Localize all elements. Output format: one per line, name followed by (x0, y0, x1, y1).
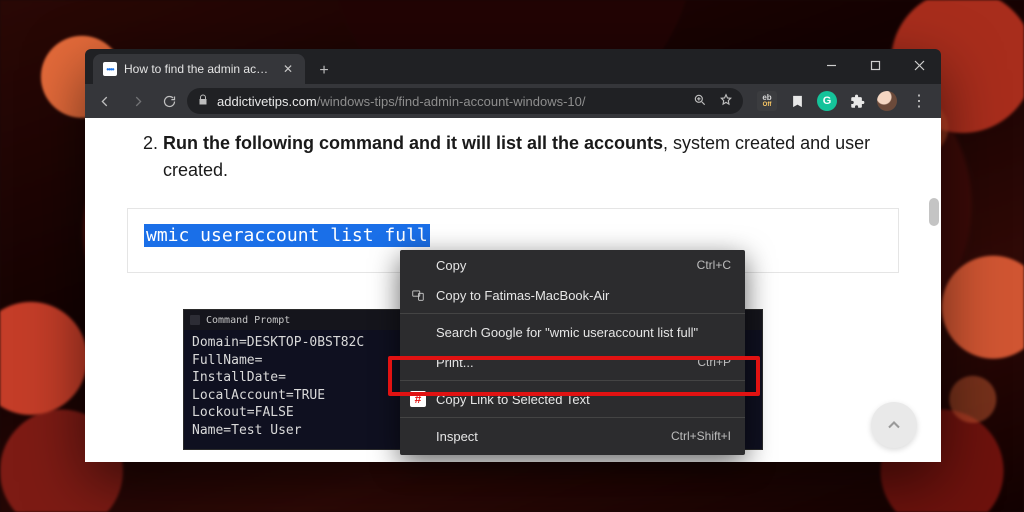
minimize-button[interactable] (809, 49, 853, 82)
profile-avatar[interactable] (877, 91, 897, 111)
extension-tag[interactable] (787, 91, 807, 111)
context-menu: Copy Ctrl+C Copy to Fatimas-MacBook-Air … (400, 250, 745, 455)
context-copy[interactable]: Copy Ctrl+C (400, 250, 745, 280)
new-tab-button[interactable]: + (311, 58, 337, 84)
extension-grammarly[interactable]: G (817, 91, 837, 111)
context-search-google[interactable]: Search Google for "wmic useraccount list… (400, 317, 745, 347)
window-controls (809, 49, 941, 82)
cmd-icon (190, 315, 200, 325)
cmd-title: Command Prompt (206, 315, 290, 326)
reload-button[interactable] (155, 87, 183, 115)
shortcut-label: Ctrl+P (697, 355, 731, 369)
devices-icon (410, 287, 426, 303)
back-button[interactable] (91, 87, 119, 115)
context-inspect[interactable]: Inspect Ctrl+Shift+I (400, 421, 745, 451)
extension-ebay[interactable]: ebOff (757, 91, 777, 111)
bookmark-star-icon[interactable] (719, 93, 733, 110)
close-tab-icon[interactable]: ✕ (281, 62, 295, 76)
instruction-step: Run the following command and it will li… (163, 130, 899, 184)
context-separator (400, 380, 745, 381)
context-copy-to-device[interactable]: Copy to Fatimas-MacBook-Air (400, 280, 745, 310)
favicon: •••• (103, 62, 117, 76)
context-separator (400, 313, 745, 314)
close-window-button[interactable] (897, 49, 941, 82)
extensions-area: ebOff G ⋮ (747, 91, 935, 111)
shortcut-label: Ctrl+C (697, 258, 731, 272)
browser-toolbar: addictivetips.com/windows-tips/find-admi… (85, 84, 941, 118)
context-separator (400, 417, 745, 418)
selected-code-text[interactable]: wmic useraccount list full (144, 224, 430, 247)
hash-icon: # (410, 391, 426, 407)
maximize-button[interactable] (853, 49, 897, 82)
extensions-button[interactable] (847, 91, 867, 111)
lock-icon (197, 94, 209, 109)
address-bar[interactable]: addictivetips.com/windows-tips/find-admi… (187, 88, 743, 114)
scrollbar-track[interactable] (927, 118, 941, 462)
scrollbar-thumb[interactable] (929, 198, 939, 226)
shortcut-label: Ctrl+Shift+I (671, 429, 731, 443)
tab-title: How to find the admin account o (124, 62, 274, 76)
scroll-to-top-button[interactable] (871, 402, 917, 448)
context-copy-link-to-selected[interactable]: # Copy Link to Selected Text (400, 384, 745, 414)
zoom-icon[interactable] (693, 93, 707, 110)
tab-strip: •••• How to find the admin account o ✕ + (85, 49, 941, 84)
chrome-menu-button[interactable]: ⋮ (907, 91, 931, 111)
forward-button[interactable] (123, 87, 151, 115)
browser-tab[interactable]: •••• How to find the admin account o ✕ (93, 54, 305, 84)
context-print[interactable]: Print... Ctrl+P (400, 347, 745, 377)
url-text: addictivetips.com/windows-tips/find-admi… (217, 94, 586, 109)
instruction-bold: Run the following command and it will li… (163, 133, 663, 153)
